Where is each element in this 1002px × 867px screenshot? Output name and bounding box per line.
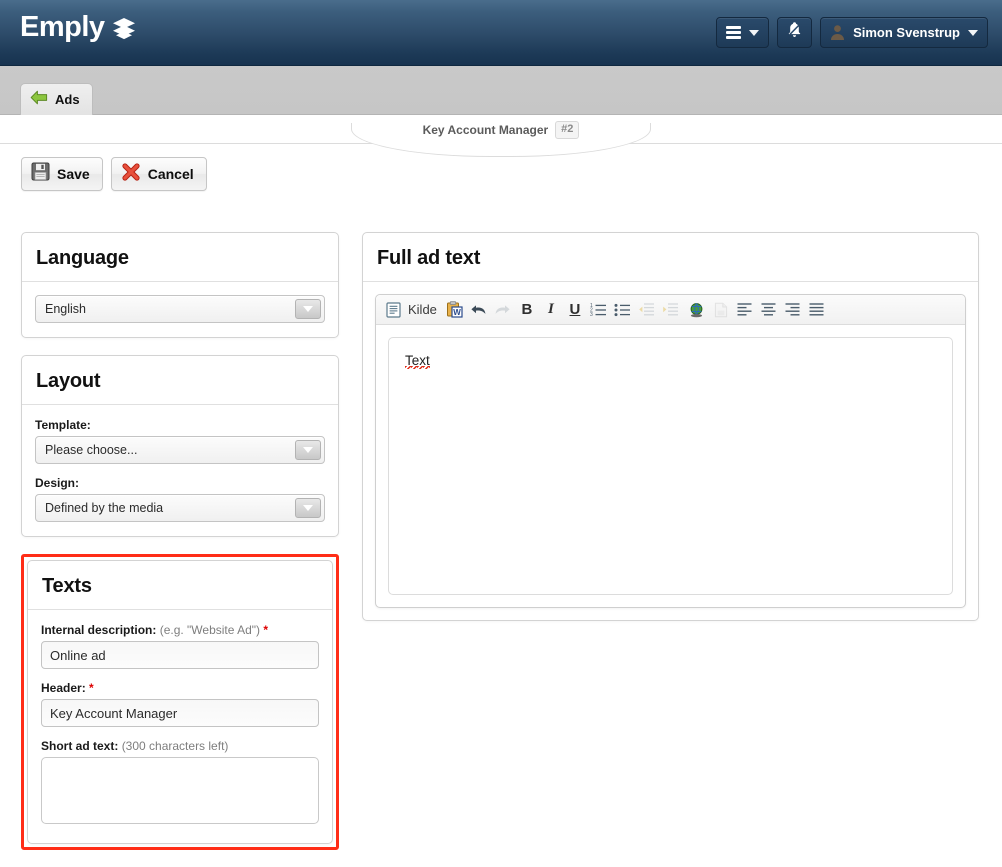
brand-logo[interactable]: Emply xyxy=(20,13,137,42)
cancel-button[interactable]: Cancel xyxy=(110,157,207,191)
internal-description-label-text: Internal description: xyxy=(41,623,157,637)
hamburger-menu-icon xyxy=(726,26,742,39)
editor-toolbar: Kilde W B I U 1 2 3 xyxy=(376,295,965,325)
language-select[interactable]: English xyxy=(35,295,325,323)
chevron-down-icon xyxy=(968,29,978,36)
svg-text:3: 3 xyxy=(590,312,593,317)
required-marker: * xyxy=(89,681,94,695)
redo-arrow-icon[interactable] xyxy=(492,298,514,322)
editor-body-text: Text xyxy=(405,353,430,369)
required-marker: * xyxy=(263,623,269,637)
page-title: Key Account Manager xyxy=(422,123,549,137)
record-number-badge: #2 xyxy=(555,121,580,139)
layout-panel-title: Layout xyxy=(22,356,338,405)
align-justify-icon[interactable] xyxy=(806,298,828,322)
internal-description-label: Internal description: (e.g. "Website Ad"… xyxy=(41,623,319,637)
tab-ads[interactable]: Ads xyxy=(20,83,93,115)
action-toolbar: Save Cancel xyxy=(21,157,207,191)
language-select-value: English xyxy=(45,302,86,316)
header-label: Header: * xyxy=(41,681,319,695)
notifications-button[interactable] xyxy=(777,17,813,48)
user-avatar-icon xyxy=(830,24,845,41)
bulleted-list-icon[interactable] xyxy=(612,298,634,322)
undo-arrow-icon[interactable] xyxy=(468,298,490,322)
language-panel: Language English xyxy=(21,232,339,338)
bold-button[interactable]: B xyxy=(516,298,538,322)
full-ad-text-panel: Full ad text Kilde W B I U 1 2 3 Text xyxy=(362,232,979,621)
main-menu-button[interactable] xyxy=(716,17,770,48)
paste-from-word-icon[interactable]: W xyxy=(444,298,466,322)
rich-text-editor: Kilde W B I U 1 2 3 Text xyxy=(375,294,966,608)
app-header: Emply Simon Svenstrup xyxy=(0,0,1002,66)
tab-ads-label: Ads xyxy=(55,92,80,107)
design-select-value: Defined by the media xyxy=(45,501,164,515)
design-select[interactable]: Defined by the media xyxy=(35,494,325,522)
internal-description-input[interactable] xyxy=(41,641,319,669)
chevron-down-icon xyxy=(295,299,321,319)
outdent-icon[interactable] xyxy=(636,298,658,322)
floppy-disk-save-icon xyxy=(31,162,50,186)
template-label: Template: xyxy=(35,418,91,432)
source-button-label[interactable]: Kilde xyxy=(406,298,442,322)
numbered-list-icon[interactable]: 123 xyxy=(588,298,610,322)
template-select-value: Please choose... xyxy=(45,443,138,457)
green-back-arrow-icon xyxy=(30,90,48,110)
texts-panel: Texts Internal description: (e.g. "Websi… xyxy=(27,560,333,844)
texts-panel-highlight: Texts Internal description: (e.g. "Websi… xyxy=(21,554,339,850)
short-ad-text-label-text: Short ad text: xyxy=(41,739,119,753)
cancel-button-label: Cancel xyxy=(147,166,194,182)
short-ad-text-textarea[interactable] xyxy=(41,757,319,824)
layout-panel: Layout Template: Please choose... Design… xyxy=(21,355,339,537)
texts-panel-title: Texts xyxy=(28,561,332,610)
emply-leaf-logo-icon xyxy=(111,15,137,41)
align-right-icon[interactable] xyxy=(782,298,804,322)
italic-button[interactable]: I xyxy=(540,298,562,322)
red-x-cancel-icon xyxy=(121,162,141,187)
breadcrumb: Key Account Manager #2 xyxy=(0,115,1002,159)
internal-description-hint: (e.g. "Website Ad") xyxy=(159,623,261,637)
header-input[interactable] xyxy=(41,699,319,727)
header-right-controls: Simon Svenstrup xyxy=(716,17,988,48)
svg-text:W: W xyxy=(454,308,462,317)
language-panel-title: Language xyxy=(22,233,338,282)
right-column: Full ad text Kilde W B I U 1 2 3 Text xyxy=(362,232,979,638)
left-column: Language English Layout Template: Please… xyxy=(21,232,339,867)
align-left-icon[interactable] xyxy=(734,298,756,322)
source-view-icon[interactable] xyxy=(382,298,404,322)
unlink-icon[interactable] xyxy=(710,298,732,322)
header-label-text: Header: xyxy=(41,681,86,695)
underline-button[interactable]: U xyxy=(564,298,586,322)
short-ad-text-label: Short ad text: (300 characters left) xyxy=(41,739,319,753)
design-label: Design: xyxy=(35,476,80,490)
editor-content-area[interactable]: Text xyxy=(388,337,953,595)
chevron-down-icon xyxy=(749,29,760,36)
short-ad-text-char-counter: (300 characters left) xyxy=(121,739,229,753)
brand-name: Emply xyxy=(20,11,105,43)
bell-icon xyxy=(786,21,803,44)
align-center-icon[interactable] xyxy=(758,298,780,322)
template-select[interactable]: Please choose... xyxy=(35,436,325,464)
tab-strip: Ads xyxy=(0,66,1002,115)
save-button-label: Save xyxy=(57,166,90,182)
chevron-down-icon xyxy=(295,498,321,518)
user-name-label: Simon Svenstrup xyxy=(853,25,960,40)
insert-link-globe-icon[interactable] xyxy=(686,298,708,322)
save-button[interactable]: Save xyxy=(21,157,103,191)
indent-icon[interactable] xyxy=(660,298,682,322)
chevron-down-icon xyxy=(295,440,321,460)
user-menu-button[interactable]: Simon Svenstrup xyxy=(820,17,988,48)
full-ad-text-panel-title: Full ad text xyxy=(363,233,978,282)
